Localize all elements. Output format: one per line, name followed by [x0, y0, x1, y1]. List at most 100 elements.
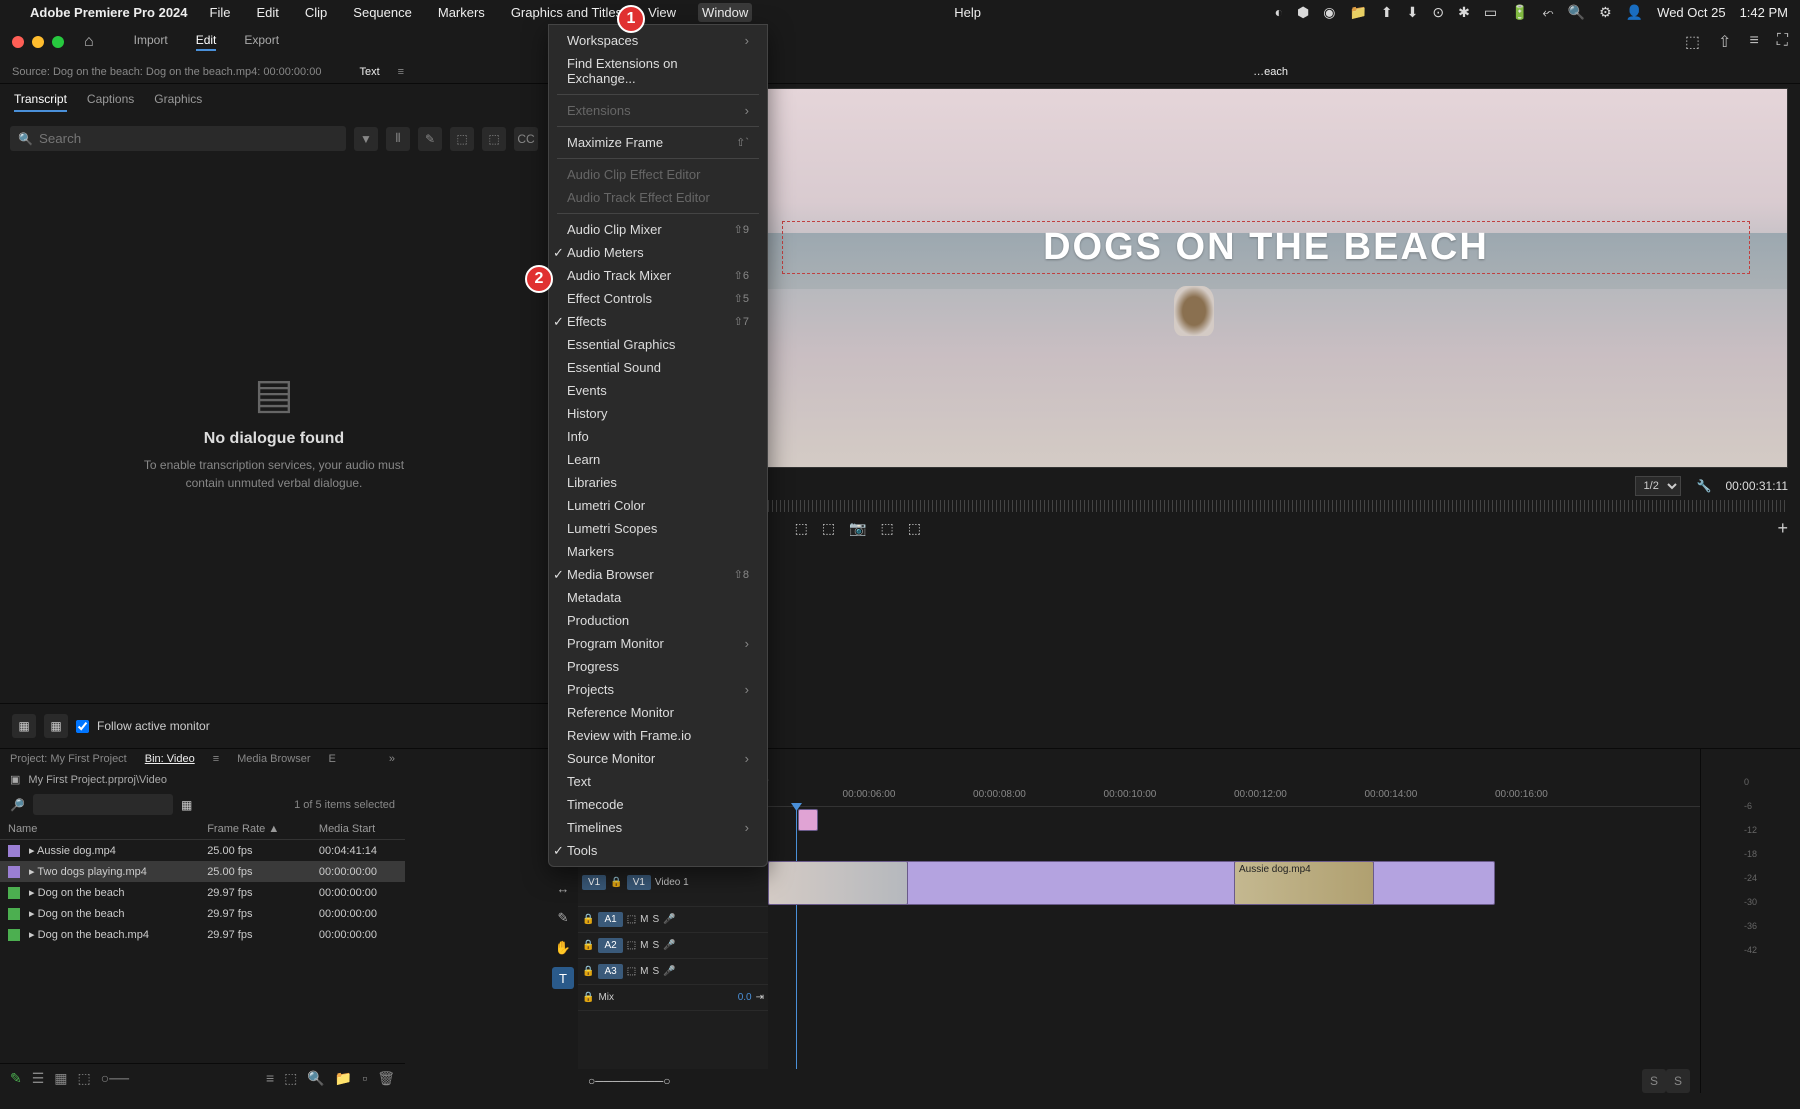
- timeline-content[interactable]: Aussie dog.mp4: [768, 807, 1700, 1069]
- menu-item-history[interactable]: History: [549, 402, 767, 425]
- zoom-slider[interactable]: ○────────○: [588, 1074, 671, 1088]
- tab-graphics[interactable]: Graphics: [154, 92, 202, 112]
- type-tool[interactable]: T: [552, 967, 574, 989]
- menu-item-libraries[interactable]: Libraries: [549, 471, 767, 494]
- menu-item-workspaces[interactable]: Workspaces›: [549, 29, 767, 52]
- menu-item-media-browser[interactable]: ✓Media Browser⇧8: [549, 563, 767, 586]
- record-icon[interactable]: ⊙: [1432, 4, 1444, 21]
- display-icon[interactable]: ▭: [1484, 4, 1497, 21]
- tab-e[interactable]: E: [328, 753, 335, 765]
- menu-item-text[interactable]: Text: [549, 770, 767, 793]
- menu-item-markers[interactable]: Markers: [549, 540, 767, 563]
- home-icon[interactable]: ⌂: [84, 33, 94, 51]
- control-center-icon[interactable]: ⚙: [1599, 4, 1612, 21]
- battery-icon[interactable]: 🔋: [1511, 4, 1528, 21]
- col-framerate[interactable]: Frame Rate ▲: [199, 819, 311, 840]
- track-v1[interactable]: V1: [627, 875, 651, 890]
- menu-item-tools[interactable]: ✓Tools: [549, 839, 767, 862]
- project-path[interactable]: My First Project.prproj\Video: [28, 774, 167, 786]
- project-search-input[interactable]: [33, 794, 173, 815]
- follow-icon-2[interactable]: ▦: [44, 714, 68, 738]
- folder-icon[interactable]: 📁: [1349, 4, 1366, 21]
- title-graphic[interactable]: DOGS ON THE BEACH: [782, 221, 1751, 274]
- app-name[interactable]: Adobe Premiere Pro 2024: [30, 5, 188, 20]
- maximize-button[interactable]: [52, 36, 64, 48]
- zoom-slider[interactable]: ○──: [101, 1070, 129, 1087]
- workspace-edit[interactable]: Edit: [196, 33, 217, 51]
- user-icon[interactable]: 👤: [1626, 4, 1643, 21]
- list-view-icon[interactable]: ☰: [32, 1070, 45, 1087]
- track-v1-src[interactable]: V1: [582, 875, 606, 890]
- tabs-overflow[interactable]: »: [389, 753, 395, 765]
- app-icon-2[interactable]: ◉: [1323, 4, 1335, 21]
- clip-aussie[interactable]: Aussie dog.mp4: [1234, 861, 1374, 905]
- track-a2[interactable]: A2: [598, 938, 622, 953]
- bookmark-icon[interactable]: ⬇: [1407, 4, 1419, 21]
- menu-item-lumetri-scopes[interactable]: Lumetri Scopes: [549, 517, 767, 540]
- source-panel-tab[interactable]: Source: Dog on the beach: Dog on the bea…: [12, 66, 321, 78]
- scale-select[interactable]: 1/2: [1635, 476, 1681, 496]
- upload-icon[interactable]: ⬆: [1381, 4, 1393, 21]
- fullscreen-icon[interactable]: ⛶: [1777, 32, 1788, 52]
- menu-item-source-monitor[interactable]: Source Monitor›: [549, 747, 767, 770]
- export-frame-button[interactable]: 📷: [849, 520, 866, 537]
- safe-margins-button[interactable]: ⬚: [908, 520, 921, 537]
- menu-graphics[interactable]: Graphics and Titles: [507, 3, 626, 22]
- find-icon[interactable]: 🔍: [307, 1070, 324, 1087]
- tool-btn-1[interactable]: ⦀: [386, 127, 410, 151]
- tab-bin[interactable]: Bin: Video: [145, 753, 195, 765]
- text-panel-tab[interactable]: Text: [359, 66, 379, 78]
- timeline-ruler[interactable]: 00:00:06:00 00:00:08:00 00:00:10:00 00:0…: [768, 787, 1700, 807]
- workspace-export[interactable]: Export: [244, 33, 279, 51]
- new-bin-icon[interactable]: 📁: [335, 1070, 352, 1087]
- clip-thumb[interactable]: [768, 861, 908, 905]
- menu-item-audio-clip-mixer[interactable]: Audio Clip Mixer⇧9: [549, 218, 767, 241]
- menu-item-find-extensions-on-exchange-[interactable]: Find Extensions on Exchange...: [549, 52, 767, 90]
- menu-item-timelines[interactable]: Timelines›: [549, 816, 767, 839]
- filter-button[interactable]: ▼: [354, 127, 378, 151]
- menu-item-events[interactable]: Events: [549, 379, 767, 402]
- menu-file[interactable]: File: [206, 3, 235, 22]
- search-icon[interactable]: 🔍: [1568, 4, 1585, 21]
- menu-item-audio-meters[interactable]: ✓Audio Meters: [549, 241, 767, 264]
- menu-item-maximize-frame[interactable]: Maximize Frame⇧`: [549, 131, 767, 154]
- quick-export-icon[interactable]: ⬚: [1685, 32, 1700, 52]
- bin-icon[interactable]: ▣: [10, 773, 20, 786]
- sort-icon[interactable]: ≡: [266, 1070, 274, 1087]
- menu-window[interactable]: Window: [698, 3, 752, 22]
- view-icon[interactable]: ▦: [181, 798, 192, 812]
- menu-item-lumetri-color[interactable]: Lumetri Color: [549, 494, 767, 517]
- menu-edit[interactable]: Edit: [252, 3, 282, 22]
- menu-item-learn[interactable]: Learn: [549, 448, 767, 471]
- menu-item-program-monitor[interactable]: Program Monitor›: [549, 632, 767, 655]
- tab-captions[interactable]: Captions: [87, 92, 134, 112]
- lift-button[interactable]: ⬚: [795, 520, 808, 537]
- playhead[interactable]: [796, 807, 797, 1069]
- menu-item-production[interactable]: Production: [549, 609, 767, 632]
- table-row[interactable]: ▸ Two dogs playing.mp425.00 fps00:00:00:…: [0, 861, 405, 882]
- menu-sequence[interactable]: Sequence: [349, 3, 416, 22]
- menu-item-timecode[interactable]: Timecode: [549, 793, 767, 816]
- panel-menu-icon[interactable]: ≡: [1749, 32, 1758, 52]
- follow-checkbox[interactable]: [76, 720, 89, 733]
- workspace-import[interactable]: Import: [134, 33, 168, 51]
- settings-icon[interactable]: 🔧: [1697, 479, 1712, 493]
- menu-item-metadata[interactable]: Metadata: [549, 586, 767, 609]
- auto-icon[interactable]: ⬚: [284, 1070, 297, 1087]
- menu-item-progress[interactable]: Progress: [549, 655, 767, 678]
- tool-btn-3[interactable]: ⬚: [482, 127, 506, 151]
- extract-button[interactable]: ⬚: [822, 520, 835, 537]
- track-a1[interactable]: A1: [598, 912, 622, 927]
- wifi-icon[interactable]: ⬿: [1543, 4, 1554, 21]
- menu-item-projects[interactable]: Projects›: [549, 678, 767, 701]
- new-item-icon[interactable]: ▫: [362, 1070, 367, 1087]
- menu-help[interactable]: Help: [950, 3, 985, 22]
- delete-icon[interactable]: 🗑: [377, 1070, 395, 1087]
- cc-button[interactable]: CC: [514, 127, 538, 151]
- freeform-view-icon[interactable]: ⬚: [78, 1070, 91, 1087]
- menubar-date[interactable]: Wed Oct 25: [1657, 5, 1725, 20]
- edit-button[interactable]: ✎: [418, 127, 442, 151]
- menu-markers[interactable]: Markers: [434, 3, 489, 22]
- share-icon[interactable]: ⇧: [1718, 32, 1731, 52]
- col-name[interactable]: Name: [0, 819, 199, 840]
